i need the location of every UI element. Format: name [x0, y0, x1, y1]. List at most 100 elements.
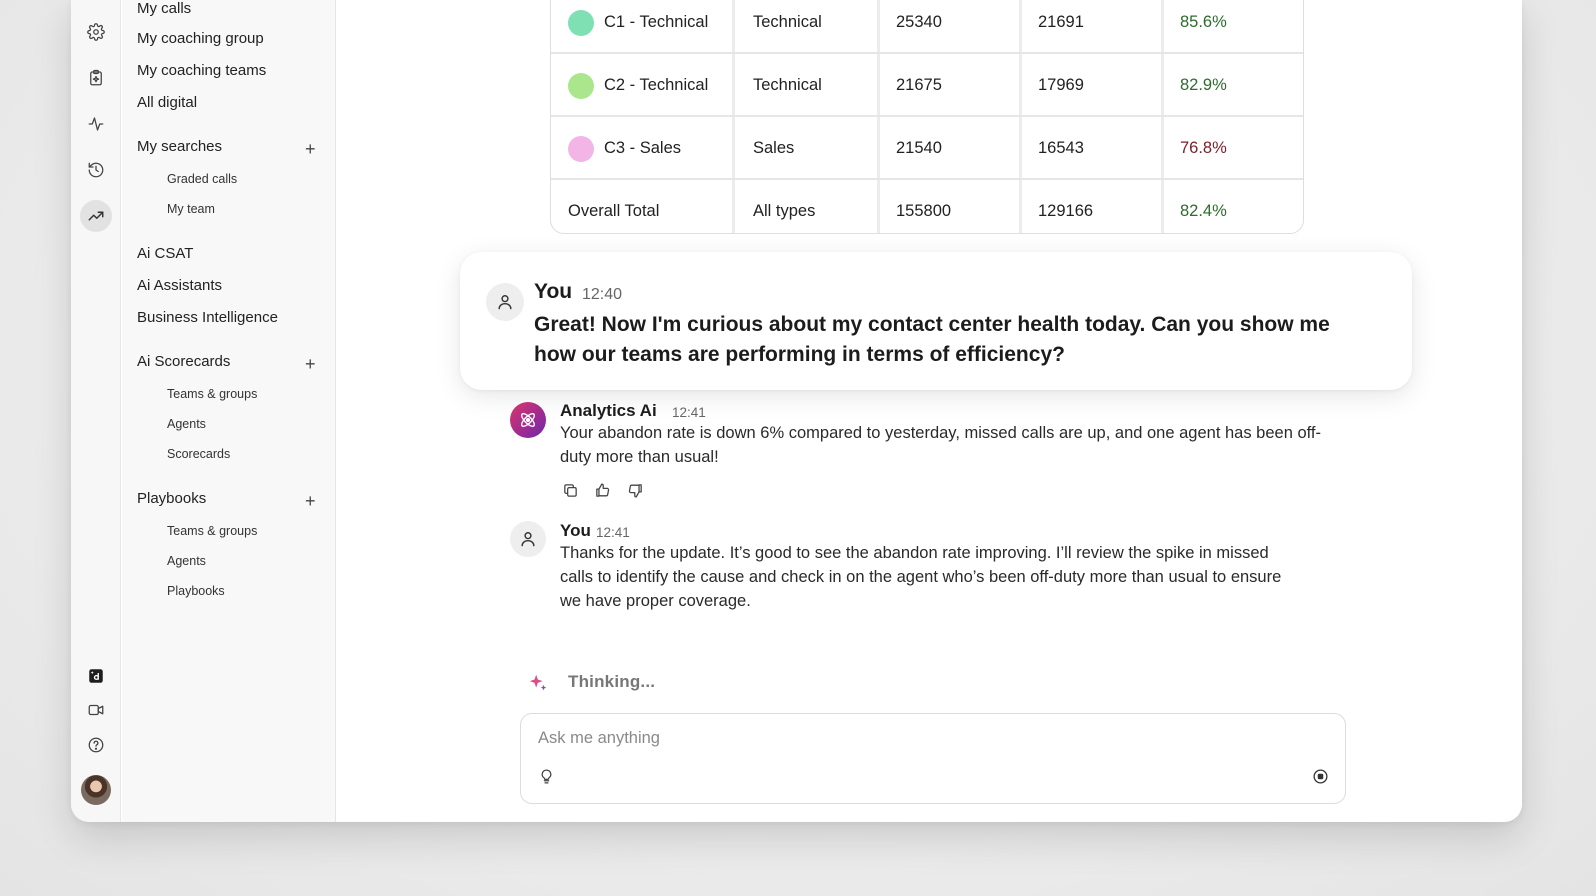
- ai-clipboard-button[interactable]: [80, 62, 112, 94]
- copy-icon: [563, 483, 577, 497]
- type-cell: Sales: [753, 139, 795, 157]
- message-time: 12:41: [672, 405, 706, 420]
- person-icon: [521, 532, 535, 547]
- suggestions-button[interactable]: [535, 765, 557, 787]
- analytics-button[interactable]: [80, 200, 112, 232]
- stop-circle-icon: [1312, 768, 1328, 784]
- team-cell: C3 - Sales: [568, 117, 681, 180]
- value-cell: 129166: [1038, 202, 1094, 220]
- add-scorecard-button[interactable]: +: [305, 355, 316, 373]
- thumbs-up-button[interactable]: [591, 479, 613, 501]
- pulse-icon: [88, 117, 104, 131]
- thumbs-down-button[interactable]: [624, 479, 646, 501]
- sidebar-item-scorecards-agents[interactable]: Agents: [167, 417, 206, 431]
- sidebar-item-my-calls[interactable]: My calls: [137, 0, 191, 17]
- team-color-dot: [568, 135, 594, 162]
- message-text: Great! Now I'm curious about my contact …: [534, 313, 1330, 366]
- message-author: Analytics Ai: [560, 401, 657, 420]
- value-cell: 16543: [1038, 139, 1084, 157]
- settings-button[interactable]: [80, 16, 112, 48]
- sidebar-section-ai-scorecards[interactable]: Ai Scorecards: [137, 353, 230, 370]
- sidebar-item-playbooks-teams-groups[interactable]: Teams & groups: [167, 524, 257, 538]
- copy-button[interactable]: [559, 479, 581, 501]
- percent-cell: 76.8%: [1180, 139, 1227, 157]
- chat-main: C1 - Technical Technical 25340 21691 85.…: [336, 0, 1522, 822]
- history-button[interactable]: [80, 154, 112, 186]
- thumbs-up-icon: [595, 482, 609, 497]
- type-cell: Technical: [753, 13, 822, 31]
- composer: [520, 713, 1346, 804]
- sidebar-item-my-coaching-teams[interactable]: My coaching teams: [137, 62, 266, 79]
- team-color-dot: [568, 9, 594, 36]
- stop-button[interactable]: [1309, 765, 1331, 787]
- sidebar-section-playbooks[interactable]: Playbooks: [137, 490, 206, 507]
- team-name: C1 - Technical: [604, 13, 709, 31]
- atom-icon: [521, 413, 535, 427]
- sidebar-item-scorecards-teams-groups[interactable]: Teams & groups: [167, 387, 257, 401]
- sparkle-icon: [529, 674, 547, 691]
- add-playbook-button[interactable]: +: [305, 492, 316, 510]
- lightbulb-icon: [541, 768, 551, 784]
- sidebar-item-graded-calls[interactable]: Graded calls: [167, 172, 237, 186]
- video-icon: [88, 704, 104, 716]
- team-cell: C1 - Technical: [568, 0, 708, 54]
- percent-cell: 82.9%: [1180, 76, 1227, 94]
- results-table: C1 - Technical Technical 25340 21691 85.…: [550, 0, 1304, 234]
- thumbs-down-icon: [628, 483, 642, 498]
- analytics-ai-avatar: [510, 402, 546, 438]
- user-avatar[interactable]: [81, 775, 111, 805]
- table-row: C1 - Technical Technical 25340 21691 85.…: [551, 0, 1303, 54]
- type-cell: Technical: [753, 76, 822, 94]
- user-message-card: You 12:40 Great! Now I'm curious about m…: [460, 252, 1412, 390]
- user-avatar-icon: [510, 521, 546, 557]
- sidebar-item-my-team[interactable]: My team: [167, 202, 215, 216]
- value-cell: 21691: [1038, 13, 1084, 31]
- message-time: 12:40: [582, 286, 623, 303]
- sidebar-section-my-searches[interactable]: My searches: [137, 138, 222, 155]
- help-button[interactable]: [80, 729, 112, 761]
- activity-button[interactable]: [80, 108, 112, 140]
- value-cell: 17969: [1038, 76, 1084, 94]
- percent-cell: 82.4%: [1180, 202, 1227, 220]
- value-cell: 155800: [896, 202, 952, 220]
- app-window: My calls My coaching group My coaching t…: [71, 0, 1522, 822]
- message-text: Your abandon rate is down 6% compared to…: [560, 424, 1322, 466]
- team-name: C2 - Technical: [604, 76, 709, 94]
- value-cell: 21675: [896, 76, 942, 94]
- sidebar-item-ai-assistants[interactable]: Ai Assistants: [137, 277, 222, 294]
- team-cell: C2 - Technical: [568, 54, 708, 117]
- value-cell: 21540: [896, 139, 942, 157]
- type-cell: All types: [753, 202, 816, 220]
- table-row: Overall Total All types 155800 129166 82…: [551, 180, 1303, 233]
- sidebar-item-scorecards[interactable]: Scorecards: [167, 447, 230, 461]
- sidebar-item-all-digital[interactable]: All digital: [137, 94, 197, 111]
- sidebar-item-playbooks[interactable]: Playbooks: [167, 584, 225, 598]
- sidebar-item-ai-csat[interactable]: Ai CSAT: [137, 245, 193, 262]
- value-cell: 25340: [896, 13, 942, 31]
- clipboard-sparkle-icon: [90, 69, 102, 86]
- message-author: You: [534, 280, 573, 303]
- thinking-status: Thinking...: [568, 672, 656, 691]
- percent-cell: 85.6%: [1180, 13, 1227, 31]
- trending-up-icon: [88, 211, 104, 221]
- team-color-dot: [568, 72, 594, 99]
- table-row: C3 - Sales Sales 21540 16543 76.8%: [551, 117, 1303, 180]
- table-row: C2 - Technical Technical 21675 17969 82.…: [551, 54, 1303, 117]
- help-icon: [88, 737, 104, 753]
- user-avatar-icon: [486, 283, 524, 321]
- icon-rail: [71, 0, 121, 822]
- person-icon: [498, 295, 512, 310]
- sidebar-item-business-intelligence[interactable]: Business Intelligence: [137, 309, 278, 326]
- gear-icon: [87, 23, 105, 41]
- sidebar-item-playbooks-agents[interactable]: Agents: [167, 554, 206, 568]
- history-icon: [88, 162, 104, 178]
- ask-input[interactable]: [538, 726, 1278, 750]
- sidebar-item-my-coaching-group[interactable]: My coaching group: [137, 30, 264, 47]
- team-cell: Overall Total: [568, 202, 660, 220]
- dialpad-logo-icon: [89, 669, 103, 683]
- sidebar: My calls My coaching group My coaching t…: [122, 0, 336, 822]
- add-search-button[interactable]: +: [305, 140, 316, 158]
- message-time: 12:41: [596, 525, 630, 540]
- dialpad-button[interactable]: [80, 660, 112, 692]
- video-button[interactable]: [80, 694, 112, 726]
